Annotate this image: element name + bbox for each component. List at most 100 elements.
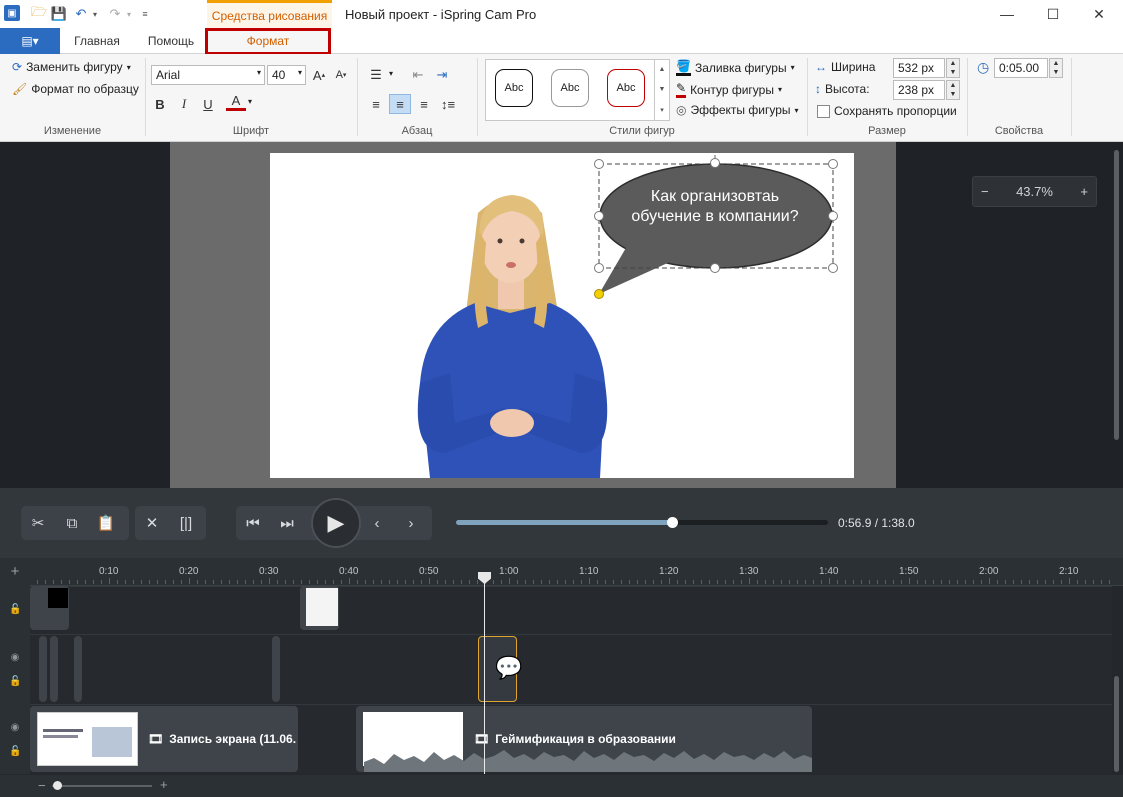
font-color-button[interactable]: A	[226, 93, 246, 111]
shape-style-sample-1[interactable]: Abc	[495, 69, 533, 107]
bold-button[interactable]: B	[150, 94, 170, 114]
ruler-tick	[637, 580, 638, 584]
ruler-tick	[1101, 580, 1102, 584]
ruler-tick	[1109, 580, 1110, 584]
paste-icon[interactable]: 📋	[89, 506, 123, 540]
tab-help[interactable]: Помощь	[138, 28, 204, 54]
height-input[interactable]: 238 px	[893, 80, 945, 100]
skip-end-icon[interactable]: ⏭	[270, 506, 304, 540]
timeline-clip[interactable]	[272, 636, 280, 702]
ruler-tick	[429, 578, 430, 584]
ruler-tick	[581, 580, 582, 584]
bullets-icon[interactable]: ☰	[366, 65, 386, 85]
font-size-select[interactable]: 40 ▾	[267, 65, 306, 85]
width-spinner[interactable]: ▲ ▼	[946, 58, 960, 78]
ruler-tick	[565, 580, 566, 584]
ruler-tick	[645, 580, 646, 584]
open-folder-icon[interactable]: 🗁	[30, 4, 48, 23]
ruler-tick	[469, 580, 470, 584]
next-frame-icon[interactable]: ›	[394, 506, 428, 540]
eye-icon[interactable]: ◉	[9, 722, 21, 733]
align-right-icon[interactable]: ≡	[414, 94, 434, 114]
decrease-indent-icon[interactable]: ⇤	[408, 65, 428, 85]
ruler-tick	[125, 580, 126, 584]
file-menu-button[interactable]: ▤▾	[0, 28, 60, 54]
undo-dropdown-icon[interactable]: ▾	[86, 5, 104, 23]
lock-icon[interactable]: 🔓	[9, 676, 21, 687]
ruler-tick	[133, 580, 134, 584]
shape-style-sample-2[interactable]: Abc	[551, 69, 589, 107]
timeline-zoom-out[interactable]: −	[38, 778, 46, 793]
line-spacing-icon[interactable]: ↕≡	[438, 94, 458, 114]
keep-ratio-checkbox[interactable]: Сохранять пропорции	[817, 104, 957, 118]
ruler-tick	[741, 580, 742, 584]
ruler-tick-label: 0:10	[99, 566, 119, 577]
duration-spinner[interactable]: ▲ ▼	[1049, 58, 1063, 78]
ruler-tick	[677, 580, 678, 584]
replace-shape-button[interactable]: ⟳ Заменить фигуру ▾	[12, 60, 131, 74]
ruler-tick	[629, 580, 630, 584]
customize-toolbar-icon[interactable]: ≡	[136, 5, 154, 23]
format-painter-button[interactable]: 🖌 Формат по образцу	[12, 82, 139, 96]
minimize-button[interactable]: —	[984, 0, 1030, 28]
maximize-button[interactable]: ☐	[1030, 0, 1076, 28]
zoom-in-button[interactable]: +	[1080, 184, 1088, 199]
ruler-tick-label: 2:00	[979, 566, 999, 577]
timeline-clip[interactable]	[50, 636, 58, 702]
previous-frame-icon[interactable]: ‹	[360, 506, 394, 540]
ruler-tick-label: 1:50	[899, 566, 919, 577]
timeline-zoom-in[interactable]: +	[160, 777, 168, 792]
decrease-font-icon[interactable]: A ▾	[331, 65, 351, 85]
close-button[interactable]: ✕	[1076, 0, 1122, 28]
font-family-select[interactable]: Arial ▾	[151, 65, 265, 85]
shape-fill-button[interactable]: 🪣 Заливка фигуры ▾	[676, 59, 795, 76]
slide-canvas[interactable]: Как организовтаь обучение в компании?	[270, 153, 854, 478]
progress-handle[interactable]	[666, 517, 678, 528]
height-spinner[interactable]: ▲ ▼	[946, 80, 960, 100]
play-button[interactable]: ▶	[311, 498, 361, 548]
width-icon: ↔	[815, 60, 827, 74]
callout-text[interactable]: Как организовтаь обучение в компании?	[630, 187, 800, 227]
tab-format[interactable]: Формат	[205, 28, 331, 55]
timeline-vertical-scrollbar[interactable]	[1114, 676, 1119, 772]
eye-icon[interactable]: ◉	[9, 652, 21, 663]
ruler-tick	[893, 580, 894, 584]
shape-outline-button[interactable]: ✎ Контур фигуры ▾	[676, 81, 782, 98]
align-center-icon[interactable]: ≡	[389, 94, 411, 114]
ruler-tick	[685, 580, 686, 584]
timeline-zoom-handle[interactable]	[53, 781, 62, 790]
increase-indent-icon[interactable]: ⇥	[432, 65, 452, 85]
width-input[interactable]: 532 px	[893, 58, 945, 78]
clip-gamification[interactable]: 🎞 Геймификация в образовании	[356, 706, 812, 772]
chevron-down-icon[interactable]: ▾	[248, 97, 252, 106]
underline-button[interactable]: U	[198, 94, 218, 114]
playhead-line[interactable]	[484, 578, 485, 774]
italic-button[interactable]: I	[174, 94, 194, 114]
increase-font-icon[interactable]: A ▴	[309, 65, 329, 85]
timeline-clip[interactable]	[39, 636, 47, 702]
delete-icon[interactable]: ✕	[135, 506, 169, 540]
lock-icon[interactable]: 🔓	[9, 604, 21, 615]
add-track-button[interactable]: +	[0, 558, 30, 586]
ruler-tick-label: 1:10	[579, 566, 599, 577]
shape-style-sample-3[interactable]: Abc	[607, 69, 645, 107]
clip-screen-recording[interactable]: 🎞 Запись экрана (11.06.	[30, 706, 298, 772]
duration-input[interactable]: 0:05.00	[994, 58, 1048, 78]
cut-icon[interactable]: ✂	[21, 506, 55, 540]
speech-bubble-icon: 💬	[495, 655, 523, 680]
progress-bar[interactable]	[456, 517, 828, 528]
align-left-icon[interactable]: ≡	[366, 94, 386, 114]
timeline-zoom-slider[interactable]	[52, 785, 152, 787]
zoom-out-button[interactable]: −	[981, 184, 989, 199]
skip-start-icon[interactable]: ⏮	[236, 506, 270, 540]
shape-effects-button[interactable]: ◎ Эффекты фигуры ▾	[676, 103, 799, 117]
tab-home[interactable]: Главная	[64, 28, 130, 54]
canvas-vertical-scrollbar[interactable]	[1114, 150, 1119, 440]
lock-icon[interactable]: 🔓	[9, 746, 21, 757]
timeline-clip[interactable]	[74, 636, 82, 702]
copy-icon[interactable]: ⧉	[55, 506, 89, 540]
chevron-down-icon[interactable]: ▾	[389, 69, 393, 78]
save-icon[interactable]: 💾	[50, 5, 68, 23]
split-icon[interactable]: [|]	[169, 506, 203, 540]
gallery-scroll[interactable]: ▲ ▼ ▾	[654, 60, 669, 120]
